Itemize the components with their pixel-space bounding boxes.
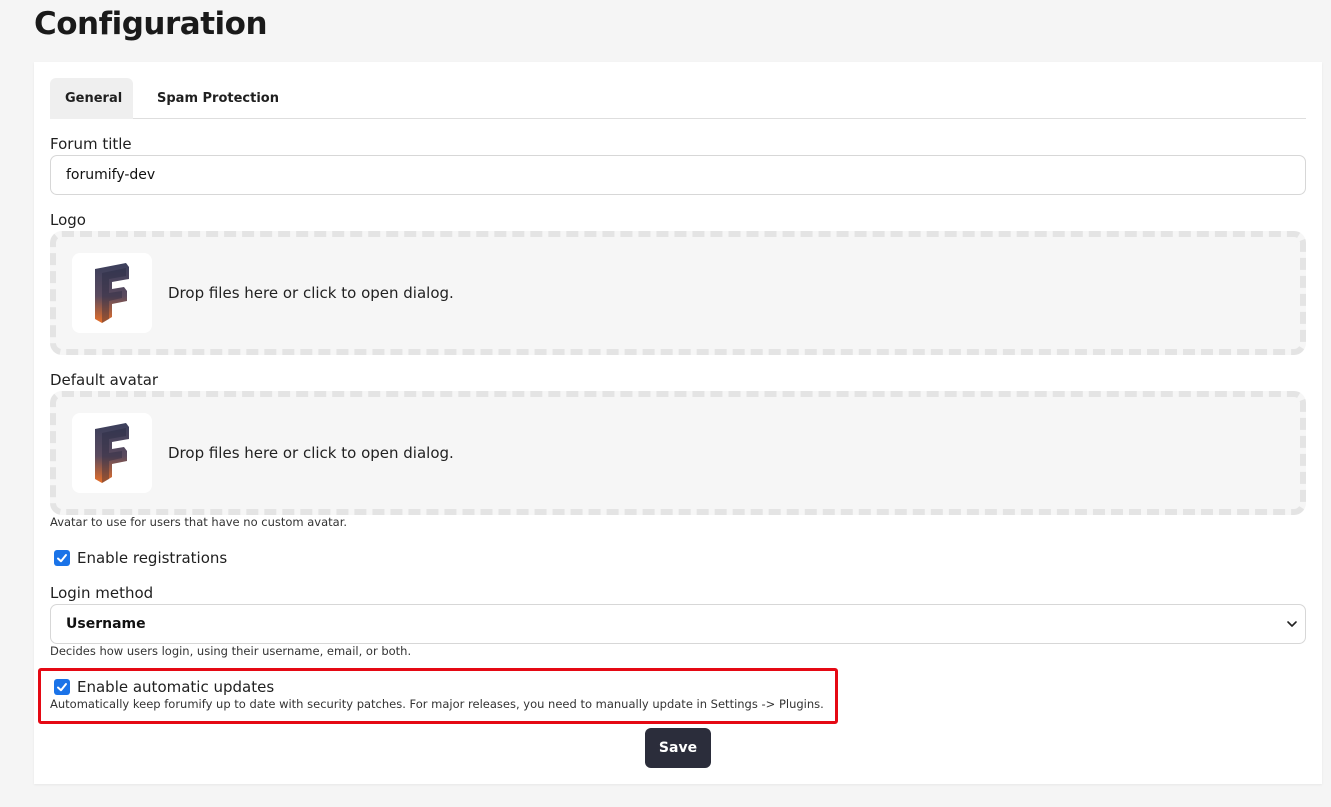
automatic-updates-hint: Automatically keep forumify up to date w… [50,697,824,711]
enable-automatic-updates-checkbox[interactable] [54,679,70,695]
login-method-label: Login method [50,584,154,602]
enable-registrations-label: Enable registrations [77,549,228,567]
enable-automatic-updates-label: Enable automatic updates [77,678,275,696]
forum-title-label: Forum title [50,135,132,153]
enable-registrations-checkbox[interactable] [54,550,70,566]
configuration-card: General Spam Protection Forum title Logo… [34,62,1322,784]
enable-automatic-updates-row[interactable]: Enable automatic updates [54,678,274,696]
default-avatar-hint: Avatar to use for users that have no cus… [50,515,348,529]
tab-spam-protection[interactable]: Spam Protection [142,78,294,119]
default-avatar-label: Default avatar [50,371,159,389]
logo-dropzone[interactable]: Drop files here or click to open dialog. [50,231,1306,355]
forumify-logo-icon [95,263,129,323]
login-method-select[interactable]: Username [50,604,1306,644]
forum-title-input[interactable] [50,155,1306,195]
logo-thumbnail [72,253,152,333]
checkmark-icon [57,683,67,692]
login-method-value: Username [66,616,146,632]
chevron-down-icon [1287,621,1297,627]
checkmark-icon [57,554,67,563]
highlight-annotation-box [38,668,838,724]
page-title: Configuration [34,6,268,42]
default-avatar-dropzone[interactable]: Drop files here or click to open dialog. [50,391,1306,515]
logo-label: Logo [50,211,86,229]
default-avatar-dropzone-text: Drop files here or click to open dialog. [168,444,454,462]
login-method-hint: Decides how users login, using their use… [50,644,412,658]
logo-dropzone-text: Drop files here or click to open dialog. [168,284,454,302]
enable-registrations-row[interactable]: Enable registrations [54,549,227,567]
default-avatar-thumbnail [72,413,152,493]
tab-general[interactable]: General [50,78,133,119]
save-button[interactable]: Save [645,728,711,768]
forumify-logo-icon [95,423,129,483]
tab-bar: General Spam Protection [50,78,1306,119]
